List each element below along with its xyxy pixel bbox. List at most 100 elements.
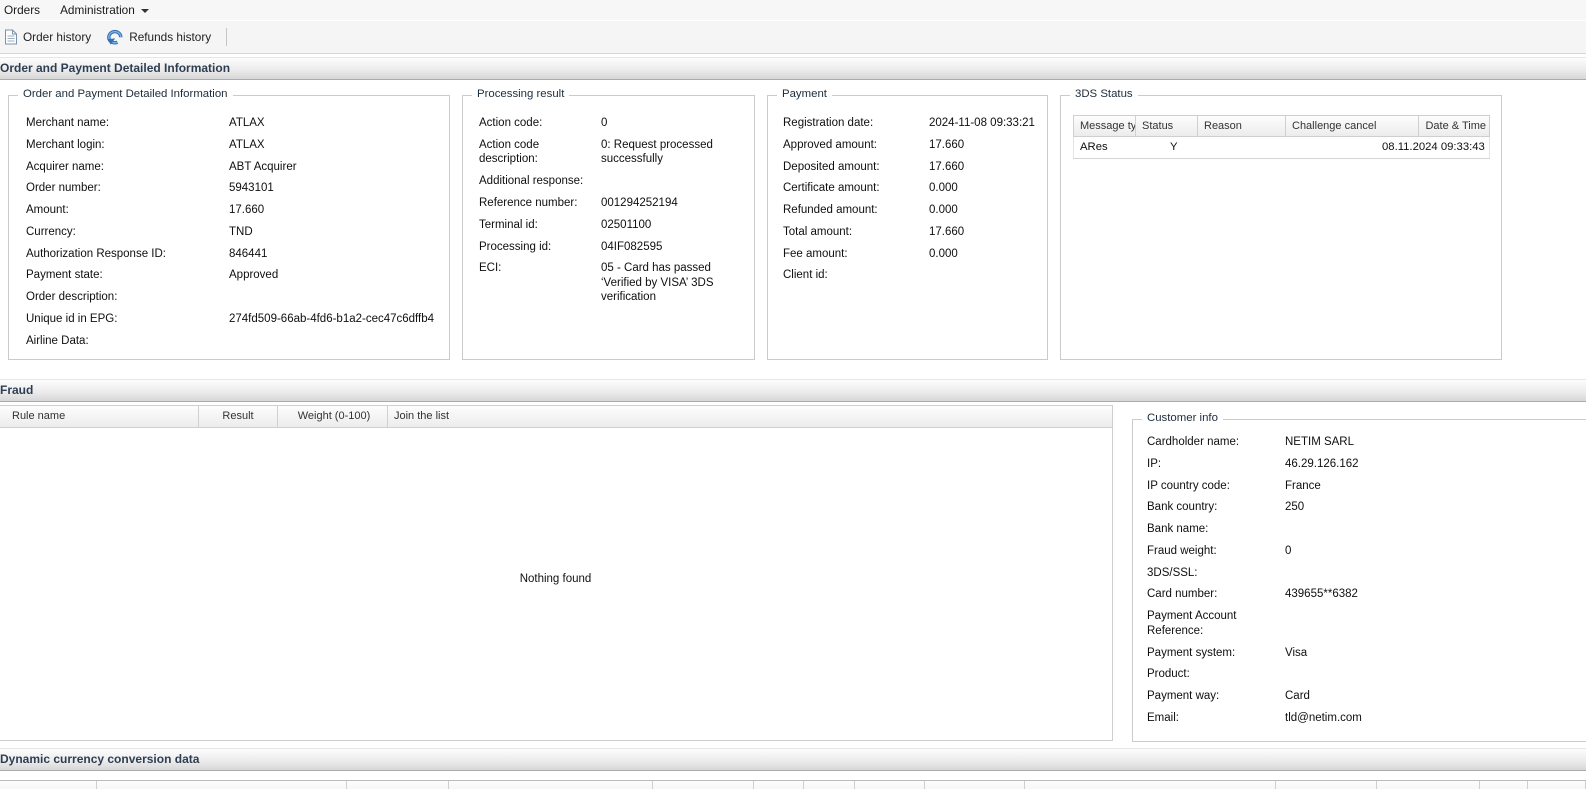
field-label: Unique id in EPG: xyxy=(26,312,229,327)
field-value: NETIM SARL xyxy=(1285,435,1586,450)
field-row: Order number: 5943101 xyxy=(26,181,443,196)
field-label: Total amount: xyxy=(783,225,929,240)
field-row: Authorization Response ID: 846441 xyxy=(26,247,443,262)
field-label: Certificate amount: xyxy=(783,181,929,196)
field-label: Action code description: xyxy=(479,138,601,167)
field-row: ECI: 05 - Card has passed ‘Verified by V… xyxy=(479,261,746,305)
field-row: Merchant name: ATLAX xyxy=(26,116,443,131)
column-header[interactable]: Rule name xyxy=(0,406,199,427)
dcc-column xyxy=(1276,781,1377,789)
field-label: Merchant name: xyxy=(26,116,229,131)
field-value: 274fd509-66ab-4fd6-b1a2-cec47c6dffb4 xyxy=(229,312,443,327)
refunds-history-button[interactable]: Refunds history xyxy=(98,26,218,48)
field-row: Bank country: 250 xyxy=(1147,500,1586,515)
field-value: 0.000 xyxy=(929,203,1041,218)
payment-legend: Payment xyxy=(777,88,832,100)
field-value xyxy=(1285,522,1586,537)
field-label: Reference number: xyxy=(479,196,601,211)
field-label: Terminal id: xyxy=(479,218,601,233)
three-ds-grid-header: Message type Status Reason Challenge can… xyxy=(1073,115,1490,137)
column-header[interactable]: Date & Time xyxy=(1419,116,1489,136)
field-label: ECI: xyxy=(479,261,601,305)
column-header[interactable]: Join the list xyxy=(388,406,452,427)
field-row: Payment state: Approved xyxy=(26,268,443,283)
field-row: Unique id in EPG: 274fd509-66ab-4fd6-b1a… xyxy=(26,312,443,327)
field-value: TND xyxy=(229,225,443,240)
field-row: Processing id: 04IF082595 xyxy=(479,240,746,255)
field-row: Total amount: 17.660 xyxy=(783,225,1041,240)
three-ds-status-fieldset: 3DS Status Message type Status Reason Ch… xyxy=(1060,95,1502,360)
toolbar: Order history Refunds history xyxy=(0,21,1586,54)
field-value: 0 xyxy=(601,116,746,131)
field-value: France xyxy=(1285,479,1586,494)
field-label: Client id: xyxy=(783,268,929,283)
field-value xyxy=(1285,566,1586,581)
order-info-fieldset: Order and Payment Detailed Information M… xyxy=(8,95,450,360)
column-header[interactable]: Status xyxy=(1136,116,1198,136)
order-history-button[interactable]: Order history xyxy=(0,26,98,48)
field-value: 0.000 xyxy=(929,247,1041,262)
field-value: 46.29.126.162 xyxy=(1285,457,1586,472)
field-label: Bank name: xyxy=(1147,522,1285,537)
field-row: Bank name: xyxy=(1147,522,1586,537)
section-header-order-payment: Order and Payment Detailed Information xyxy=(0,57,1586,80)
field-value xyxy=(1285,609,1586,638)
column-header[interactable]: Message type xyxy=(1074,116,1136,136)
toolbar-separator xyxy=(226,28,227,46)
field-row: Airline Data: xyxy=(26,334,443,349)
fraud-grid-header: Rule name Result Weight (0-100) Join the… xyxy=(0,405,1113,428)
dcc-grid-header-row xyxy=(0,781,1586,789)
section-header-fraud: Fraud xyxy=(0,379,1586,402)
field-label: Airline Data: xyxy=(26,334,229,349)
cell-reason xyxy=(1226,137,1288,158)
field-label: 3DS/SSL: xyxy=(1147,566,1285,581)
field-value: 04IF082595 xyxy=(601,240,746,255)
field-value: 2024-11-08 09:33:21 xyxy=(929,116,1041,131)
column-header[interactable]: Reason xyxy=(1198,116,1286,136)
payment-rows: Registration date: 2024-11-08 09:33:21 A… xyxy=(768,96,1047,283)
field-row: Fee amount: 0.000 xyxy=(783,247,1041,262)
field-row: Registration date: 2024-11-08 09:33:21 xyxy=(783,116,1041,131)
column-header[interactable]: Challenge cancel xyxy=(1286,116,1419,136)
section-title: Order and Payment Detailed Information xyxy=(0,61,230,75)
column-header[interactable]: Result xyxy=(199,406,278,427)
document-icon xyxy=(4,29,18,45)
table-row[interactable]: ARes Y 08.11.2024 09:33:43 xyxy=(1073,137,1490,159)
field-label: Fraud weight: xyxy=(1147,544,1285,559)
dcc-column xyxy=(754,781,804,789)
field-row: Order description: xyxy=(26,290,443,305)
field-value: 0.000 xyxy=(929,181,1041,196)
order-info-legend: Order and Payment Detailed Information xyxy=(18,88,233,100)
menu-item-administration[interactable]: Administration xyxy=(50,0,159,20)
field-value: Approved xyxy=(229,268,443,283)
field-label: Fee amount: xyxy=(783,247,929,262)
field-value: 001294252194 xyxy=(601,196,746,211)
field-value: 02501100 xyxy=(601,218,746,233)
field-row: Certificate amount: 0.000 xyxy=(783,181,1041,196)
field-label: Authorization Response ID: xyxy=(26,247,229,262)
dcc-column xyxy=(1480,781,1528,789)
field-row: Action code: 0 xyxy=(479,116,746,131)
field-label: Deposited amount: xyxy=(783,160,929,175)
field-value: 5943101 xyxy=(229,181,443,196)
field-label: Approved amount: xyxy=(783,138,929,153)
field-value xyxy=(601,174,746,189)
field-row: Deposited amount: 17.660 xyxy=(783,160,1041,175)
dcc-column xyxy=(855,781,925,789)
field-row: Refunded amount: 0.000 xyxy=(783,203,1041,218)
section-title: Fraud xyxy=(0,383,33,397)
field-label: Merchant login: xyxy=(26,138,229,153)
field-row: Additional response: xyxy=(479,174,746,189)
payment-fieldset: Payment Registration date: 2024-11-08 09… xyxy=(767,95,1048,360)
menu-item-orders[interactable]: Orders xyxy=(0,0,50,20)
field-value xyxy=(1285,667,1586,682)
field-value: 17.660 xyxy=(929,160,1041,175)
field-label: Processing id: xyxy=(479,240,601,255)
column-header[interactable]: Weight (0-100) xyxy=(278,406,388,427)
menu-bar: Orders Administration xyxy=(0,0,1586,20)
customer-info-fieldset: Customer info Cardholder name: NETIM SAR… xyxy=(1132,419,1586,742)
field-label: IP country code: xyxy=(1147,479,1285,494)
processing-result-fieldset: Processing result Action code: 0 Action … xyxy=(462,95,755,360)
processing-result-rows: Action code: 0 Action code description: … xyxy=(463,96,754,305)
field-value: ABT Acquirer xyxy=(229,160,443,175)
